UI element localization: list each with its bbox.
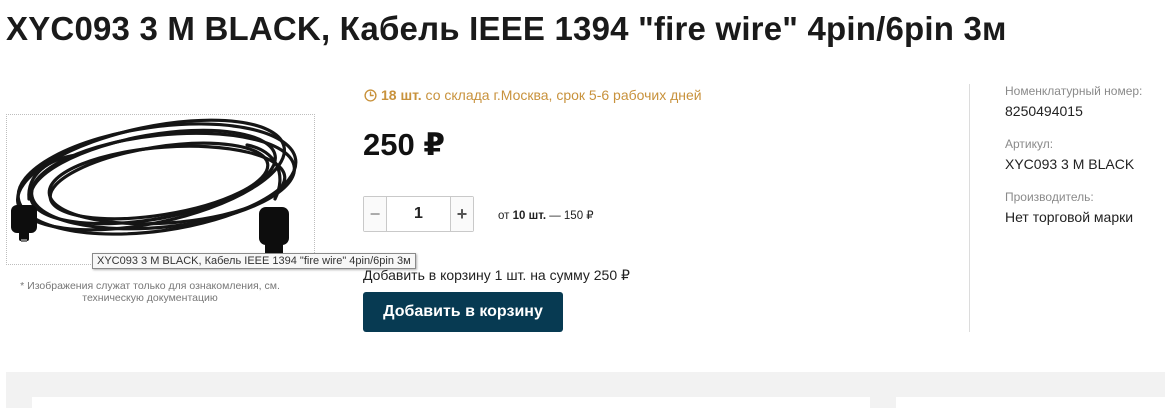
- bulk-quantity: 10 шт.: [512, 210, 547, 222]
- property-sku-number: Номенклатурный номер: 8250494015: [1005, 84, 1142, 120]
- property-label: Артикул:: [1005, 137, 1054, 151]
- bulk-price: от 10 шт. — 150 ₽: [498, 208, 594, 222]
- clock-icon: [364, 89, 377, 102]
- quantity-input[interactable]: [387, 197, 450, 231]
- increase-quantity-button[interactable]: +: [450, 197, 473, 231]
- side-card: [896, 397, 1165, 408]
- image-disclaimer: * Изображения служат только для ознакомл…: [20, 280, 280, 304]
- product-price: 250 ₽: [363, 127, 445, 162]
- stock-count: 18 шт.: [381, 87, 422, 103]
- add-to-cart-button[interactable]: Добавить в корзину: [363, 292, 563, 332]
- cable-image: [11, 118, 298, 257]
- property-value: Нет торговой марки: [1005, 209, 1134, 225]
- decrease-quantity-button[interactable]: −: [364, 197, 387, 231]
- cart-summary: Добавить в корзину 1 шт. на сумму 250 ₽: [363, 267, 630, 283]
- quantity-stepper: − +: [363, 196, 474, 232]
- property-label: Производитель:: [1005, 190, 1094, 204]
- product-image[interactable]: [6, 114, 315, 265]
- property-value: XYC093 3 M BLACK: [1005, 156, 1135, 172]
- stock-text: со склада г.Москва, срок 5-6 рабочих дне…: [425, 87, 702, 103]
- property-article: Артикул: XYC093 3 M BLACK: [1005, 137, 1142, 173]
- bulk-prefix: от: [498, 210, 510, 222]
- property-label: Номенклатурный номер:: [1005, 84, 1143, 98]
- property-manufacturer: Производитель: Нет торговой марки: [1005, 190, 1142, 226]
- property-value: 8250494015: [1005, 103, 1083, 119]
- image-tooltip: XYC093 3 M BLACK, Кабель IEEE 1394 "fire…: [92, 253, 416, 269]
- page-title: XYC093 3 M BLACK, Кабель IEEE 1394 "fire…: [6, 10, 1007, 47]
- content-card: [32, 397, 870, 408]
- vertical-divider: [969, 84, 970, 332]
- stock-info: 18 шт. со склада г.Москва, срок 5-6 рабо…: [364, 87, 702, 103]
- bulk-price-value: — 150 ₽: [549, 210, 594, 222]
- product-properties: Номенклатурный номер: 8250494015 Артикул…: [1005, 84, 1142, 243]
